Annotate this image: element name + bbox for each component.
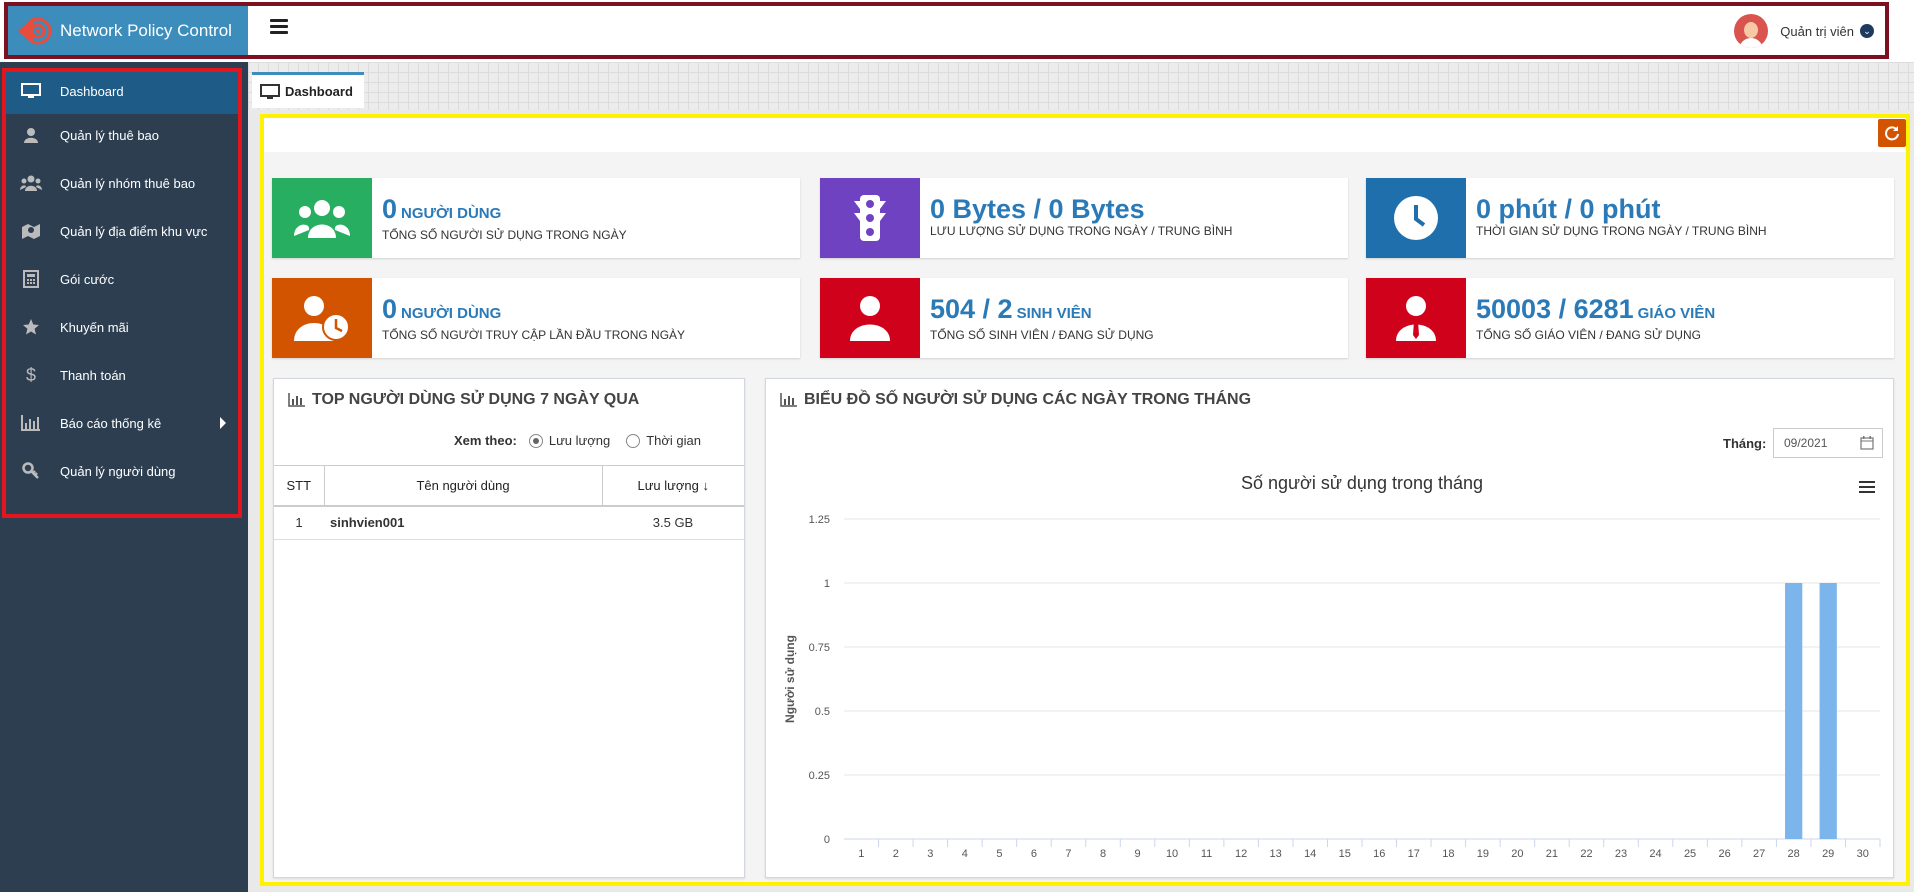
column-header[interactable]: Tên người dùng [323, 465, 602, 507]
stat-description: Tổng số giáo viên / đang sử dụng [1476, 328, 1701, 342]
stat-description: Tổng số người sử dụng trong ngày [382, 228, 627, 242]
stat-value: 0 phút / 0 phút [1476, 194, 1661, 224]
user-menu[interactable]: Quản trị viên ⌄ [1734, 14, 1874, 48]
chevron-right-icon [220, 417, 226, 429]
app-title: Network Policy Control [60, 20, 232, 40]
users-icon [20, 172, 42, 194]
stat-card-users-today: 0 Người dùng Tổng số người sử dụng trong … [272, 178, 800, 258]
sidebar-item-user-management[interactable]: Quản lý người dùng [6, 448, 238, 494]
tab-label: Dashboard [285, 84, 353, 99]
sidebar-item-label: Dashboard [60, 83, 124, 99]
bar-chart-icon [288, 393, 305, 407]
sidebar-item-locations[interactable]: Quản lý địa điểm khu vực [6, 208, 238, 254]
panel-title: BIỂU ĐỒ SỐ NGƯỜI SỬ DỤNG CÁC NGÀY TRONG … [780, 391, 1251, 409]
users-icon [272, 178, 372, 258]
cell-stt: 1 [274, 505, 324, 540]
monitor-icon [260, 83, 280, 99]
panel-title: TOP NGƯỜI DÙNG SỬ DỤNG 7 NGÀY QUA [288, 391, 639, 409]
content-header [264, 118, 1906, 152]
cell-username: sinhvien001 [324, 505, 602, 540]
stat-card-time: 0 phút / 0 phút Thời gian sử dụng trong … [1366, 178, 1894, 258]
map-icon [20, 220, 42, 242]
sidebar-item-label: Khuyến mãi [60, 319, 129, 335]
radio-label: Lưu lượng [548, 433, 611, 448]
calculator-icon [20, 268, 42, 290]
stat-value: 50003 / 6281 [1476, 294, 1634, 324]
tab-strip [248, 62, 1914, 110]
sidebar-item-promotions[interactable]: Khuyến mãi [6, 304, 238, 350]
top-users-table: STT Tên người dùng Lưu lượng ↓ 1 sinhvie… [274, 465, 744, 540]
calendar-icon[interactable] [1860, 436, 1874, 450]
stat-value: 504 / 2 [930, 294, 1013, 324]
stat-card-students: 504 / 2 Sinh viên Tổng số sinh viên / đan… [820, 278, 1348, 358]
cell-usage: 3.5 GB [602, 505, 744, 540]
top-users-panel: TOP NGƯỜI DÙNG SỬ DỤNG 7 NGÀY QUA Xem th… [273, 378, 745, 878]
sort-desc-icon: ↓ [702, 477, 709, 493]
sidebar-item-label: Gói cước [60, 271, 115, 287]
radio-traffic[interactable] [528, 433, 543, 448]
sidebar-item-label: Báo cáo thống kê [60, 415, 162, 431]
stat-description: Tổng số sinh viên / đang sử dụng [930, 328, 1154, 342]
sidebar-item-packages[interactable]: Gói cước [6, 256, 238, 302]
sidebar-item-label: Quản lý địa điểm khu vực [60, 223, 208, 239]
sidebar-item-dashboard[interactable]: Dashboard [6, 68, 238, 114]
user-name: Quản trị viên [1780, 23, 1854, 39]
stat-description: Tổng số người truy cập lần đầu trong ngà… [382, 328, 686, 342]
sidebar-item-subscribers[interactable]: Quản lý thuê bao [6, 112, 238, 158]
stat-value: 0 [382, 294, 398, 324]
teacher-icon [1366, 278, 1466, 358]
stat-unit: Người dùng [401, 305, 502, 322]
dollar-icon: $ [25, 364, 36, 385]
stat-card-first-access: 0 Người dùng Tổng số người truy cập lần đ… [272, 278, 800, 358]
stat-unit: Người dùng [401, 205, 502, 222]
usage-chart-panel: BIỂU ĐỒ SỐ NGƯỜI SỬ DỤNG CÁC NGÀY TRONG … [765, 378, 1894, 878]
view-by-filter: Xem theo: Lưu lượng Thời gian [454, 433, 717, 448]
stat-value: 0 [382, 194, 398, 224]
stat-value: 0 Bytes / 0 Bytes [930, 194, 1145, 224]
column-header-sorted[interactable]: Lưu lượng ↓ [601, 465, 744, 507]
brand[interactable]: Network Policy Control [4, 2, 248, 59]
sidebar-item-label: Quản lý nhóm thuê bao [60, 175, 196, 191]
user-icon [20, 124, 42, 146]
chevron-down-icon: ⌄ [1860, 24, 1874, 38]
stat-description: Lưu lượng sử dụng trong ngày / trung bìn… [930, 224, 1233, 238]
avatar [1734, 14, 1769, 48]
stat-unit: Giáo viên [1637, 305, 1716, 322]
refresh-button[interactable] [1878, 119, 1906, 147]
stat-unit: Sinh viên [1016, 305, 1092, 322]
sidebar-item-reports[interactable]: Báo cáo thống kê [6, 400, 238, 446]
chart-menu-button[interactable] [1859, 481, 1875, 495]
key-icon [20, 460, 42, 482]
refresh-icon [1885, 126, 1899, 141]
radio-time[interactable] [626, 433, 641, 448]
bar-chart-icon [20, 412, 42, 434]
sidebar-item-subscriber-groups[interactable]: Quản lý nhóm thuê bao [6, 160, 238, 206]
month-label: Tháng: [1723, 436, 1767, 451]
sidebar-item-payments[interactable]: $ Thanh toán [6, 352, 238, 398]
sidebar-item-label: Quản lý người dùng [60, 463, 176, 479]
star-icon [20, 316, 42, 338]
column-header[interactable]: STT [274, 465, 324, 507]
stat-card-teachers: 50003 / 6281 Giáo viên Tổng số giáo viên … [1366, 278, 1894, 358]
menu-toggle-button[interactable] [270, 19, 288, 37]
stat-card-traffic: 0 Bytes / 0 Bytes Lưu lượng sử dụng tron… [820, 178, 1348, 258]
filter-label: Xem theo: [454, 433, 517, 448]
traffic-light-icon [820, 178, 920, 258]
stat-description: Thời gian sử dụng trong ngày / trung bìn… [1476, 224, 1767, 238]
student-icon [820, 278, 920, 358]
user-clock-icon [272, 278, 372, 358]
tab-dashboard[interactable]: Dashboard [252, 72, 364, 108]
sidebar-item-label: Thanh toán [60, 367, 126, 383]
bar-chart-icon [780, 393, 797, 407]
radio-label: Thời gian [646, 433, 701, 448]
logo-icon [18, 16, 52, 45]
clock-icon [1366, 178, 1466, 258]
sidebar-item-label: Quản lý thuê bao [60, 127, 160, 143]
table-row[interactable]: 1 sinhvien001 3.5 GB [274, 505, 744, 540]
monitor-icon [20, 80, 42, 102]
